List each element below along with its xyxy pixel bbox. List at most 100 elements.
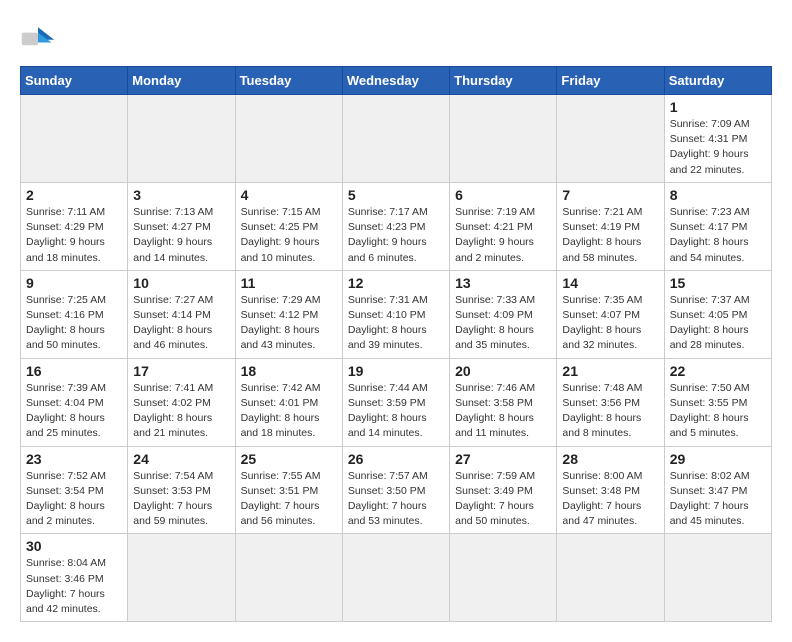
week-row-5: 23 Sunrise: 7:52 AM Sunset: 3:54 PM Dayli… [21, 446, 772, 534]
day-info: Sunrise: 7:44 AM Sunset: 3:59 PM Dayligh… [348, 381, 444, 442]
day-cell [450, 95, 557, 183]
day-number: 20 [455, 363, 551, 379]
day-cell [557, 534, 664, 622]
day-cell [128, 534, 235, 622]
day-number: 27 [455, 451, 551, 467]
weekday-header-tuesday: Tuesday [235, 67, 342, 95]
day-cell: 20 Sunrise: 7:46 AM Sunset: 3:58 PM Dayli… [450, 358, 557, 446]
day-info: Sunrise: 7:42 AM Sunset: 4:01 PM Dayligh… [241, 381, 337, 442]
day-number: 15 [670, 275, 766, 291]
day-number: 1 [670, 99, 766, 115]
day-cell: 17Sunrise: 7:41 AM Sunset: 4:02 PM Dayli… [128, 358, 235, 446]
day-number: 18 [241, 363, 337, 379]
weekday-header-monday: Monday [128, 67, 235, 95]
day-number: 5 [348, 187, 444, 203]
day-cell: 2Sunrise: 7:11 AM Sunset: 4:29 PM Daylig… [21, 182, 128, 270]
weekday-header-saturday: Saturday [664, 67, 771, 95]
day-number: 8 [670, 187, 766, 203]
day-number: 29 [670, 451, 766, 467]
day-cell [21, 95, 128, 183]
day-cell: 4 Sunrise: 7:15 AM Sunset: 4:25 PM Daylig… [235, 182, 342, 270]
week-row-2: 2Sunrise: 7:11 AM Sunset: 4:29 PM Daylig… [21, 182, 772, 270]
day-info: Sunrise: 8:04 AM Sunset: 3:46 PM Dayligh… [26, 556, 122, 617]
day-info: Sunrise: 7:09 AM Sunset: 4:31 PM Dayligh… [670, 117, 766, 178]
day-cell: 26Sunrise: 7:57 AM Sunset: 3:50 PM Dayli… [342, 446, 449, 534]
day-cell: 8 Sunrise: 7:23 AM Sunset: 4:17 PM Daylig… [664, 182, 771, 270]
day-cell [235, 534, 342, 622]
day-number: 12 [348, 275, 444, 291]
day-cell: 21Sunrise: 7:48 AM Sunset: 3:56 PM Dayli… [557, 358, 664, 446]
day-cell [342, 95, 449, 183]
day-info: Sunrise: 7:55 AM Sunset: 3:51 PM Dayligh… [241, 469, 337, 530]
day-number: 17 [133, 363, 229, 379]
day-number: 26 [348, 451, 444, 467]
day-cell: 1 Sunrise: 7:09 AM Sunset: 4:31 PM Daylig… [664, 95, 771, 183]
day-number: 7 [562, 187, 658, 203]
day-info: Sunrise: 7:33 AM Sunset: 4:09 PM Dayligh… [455, 293, 551, 354]
day-number: 22 [670, 363, 766, 379]
day-cell [450, 534, 557, 622]
day-info: Sunrise: 7:27 AM Sunset: 4:14 PM Dayligh… [133, 293, 229, 354]
day-info: Sunrise: 7:19 AM Sunset: 4:21 PM Dayligh… [455, 205, 551, 266]
day-info: Sunrise: 7:37 AM Sunset: 4:05 PM Dayligh… [670, 293, 766, 354]
day-cell: 9 Sunrise: 7:25 AM Sunset: 4:16 PM Daylig… [21, 270, 128, 358]
day-info: Sunrise: 8:00 AM Sunset: 3:48 PM Dayligh… [562, 469, 658, 530]
weekday-header-thursday: Thursday [450, 67, 557, 95]
day-number: 23 [26, 451, 122, 467]
day-number: 28 [562, 451, 658, 467]
week-row-4: 16 Sunrise: 7:39 AM Sunset: 4:04 PM Dayli… [21, 358, 772, 446]
page-header [20, 20, 772, 56]
day-cell: 30 Sunrise: 8:04 AM Sunset: 3:46 PM Dayli… [21, 534, 128, 622]
day-number: 10 [133, 275, 229, 291]
day-cell: 29 Sunrise: 8:02 AM Sunset: 3:47 PM Dayli… [664, 446, 771, 534]
day-info: Sunrise: 7:35 AM Sunset: 4:07 PM Dayligh… [562, 293, 658, 354]
day-cell: 15 Sunrise: 7:37 AM Sunset: 4:05 PM Dayli… [664, 270, 771, 358]
day-cell: 22 Sunrise: 7:50 AM Sunset: 3:55 PM Dayli… [664, 358, 771, 446]
week-row-3: 9 Sunrise: 7:25 AM Sunset: 4:16 PM Daylig… [21, 270, 772, 358]
day-info: Sunrise: 7:23 AM Sunset: 4:17 PM Dayligh… [670, 205, 766, 266]
day-info: Sunrise: 7:50 AM Sunset: 3:55 PM Dayligh… [670, 381, 766, 442]
day-info: Sunrise: 7:48 AM Sunset: 3:56 PM Dayligh… [562, 381, 658, 442]
day-cell [128, 95, 235, 183]
day-cell [664, 534, 771, 622]
day-number: 30 [26, 538, 122, 554]
day-info: Sunrise: 7:52 AM Sunset: 3:54 PM Dayligh… [26, 469, 122, 530]
day-number: 13 [455, 275, 551, 291]
day-cell: 25Sunrise: 7:55 AM Sunset: 3:51 PM Dayli… [235, 446, 342, 534]
day-number: 4 [241, 187, 337, 203]
day-info: Sunrise: 7:25 AM Sunset: 4:16 PM Dayligh… [26, 293, 122, 354]
day-cell: 14 Sunrise: 7:35 AM Sunset: 4:07 PM Dayli… [557, 270, 664, 358]
day-info: Sunrise: 7:17 AM Sunset: 4:23 PM Dayligh… [348, 205, 444, 266]
logo [20, 20, 60, 56]
week-row-1: 1 Sunrise: 7:09 AM Sunset: 4:31 PM Daylig… [21, 95, 772, 183]
day-info: Sunrise: 7:21 AM Sunset: 4:19 PM Dayligh… [562, 205, 658, 266]
day-cell: 28 Sunrise: 8:00 AM Sunset: 3:48 PM Dayli… [557, 446, 664, 534]
day-cell: 11Sunrise: 7:29 AM Sunset: 4:12 PM Dayli… [235, 270, 342, 358]
day-cell [557, 95, 664, 183]
day-cell: 27Sunrise: 7:59 AM Sunset: 3:49 PM Dayli… [450, 446, 557, 534]
day-cell: 10 Sunrise: 7:27 AM Sunset: 4:14 PM Dayli… [128, 270, 235, 358]
day-number: 24 [133, 451, 229, 467]
calendar: SundayMondayTuesdayWednesdayThursdayFrid… [20, 66, 772, 622]
day-number: 19 [348, 363, 444, 379]
day-info: Sunrise: 8:02 AM Sunset: 3:47 PM Dayligh… [670, 469, 766, 530]
day-cell: 12Sunrise: 7:31 AM Sunset: 4:10 PM Dayli… [342, 270, 449, 358]
day-info: Sunrise: 7:46 AM Sunset: 3:58 PM Dayligh… [455, 381, 551, 442]
weekday-header-wednesday: Wednesday [342, 67, 449, 95]
weekday-header-row: SundayMondayTuesdayWednesdayThursdayFrid… [21, 67, 772, 95]
day-number: 14 [562, 275, 658, 291]
day-cell: 3Sunrise: 7:13 AM Sunset: 4:27 PM Daylig… [128, 182, 235, 270]
day-cell [342, 534, 449, 622]
day-info: Sunrise: 7:29 AM Sunset: 4:12 PM Dayligh… [241, 293, 337, 354]
week-row-6: 30 Sunrise: 8:04 AM Sunset: 3:46 PM Dayli… [21, 534, 772, 622]
day-cell: 23 Sunrise: 7:52 AM Sunset: 3:54 PM Dayli… [21, 446, 128, 534]
day-number: 6 [455, 187, 551, 203]
day-info: Sunrise: 7:15 AM Sunset: 4:25 PM Dayligh… [241, 205, 337, 266]
day-cell: 6 Sunrise: 7:19 AM Sunset: 4:21 PM Daylig… [450, 182, 557, 270]
day-number: 16 [26, 363, 122, 379]
day-info: Sunrise: 7:11 AM Sunset: 4:29 PM Dayligh… [26, 205, 122, 266]
day-info: Sunrise: 7:39 AM Sunset: 4:04 PM Dayligh… [26, 381, 122, 442]
day-number: 9 [26, 275, 122, 291]
day-info: Sunrise: 7:13 AM Sunset: 4:27 PM Dayligh… [133, 205, 229, 266]
day-cell: 13 Sunrise: 7:33 AM Sunset: 4:09 PM Dayli… [450, 270, 557, 358]
